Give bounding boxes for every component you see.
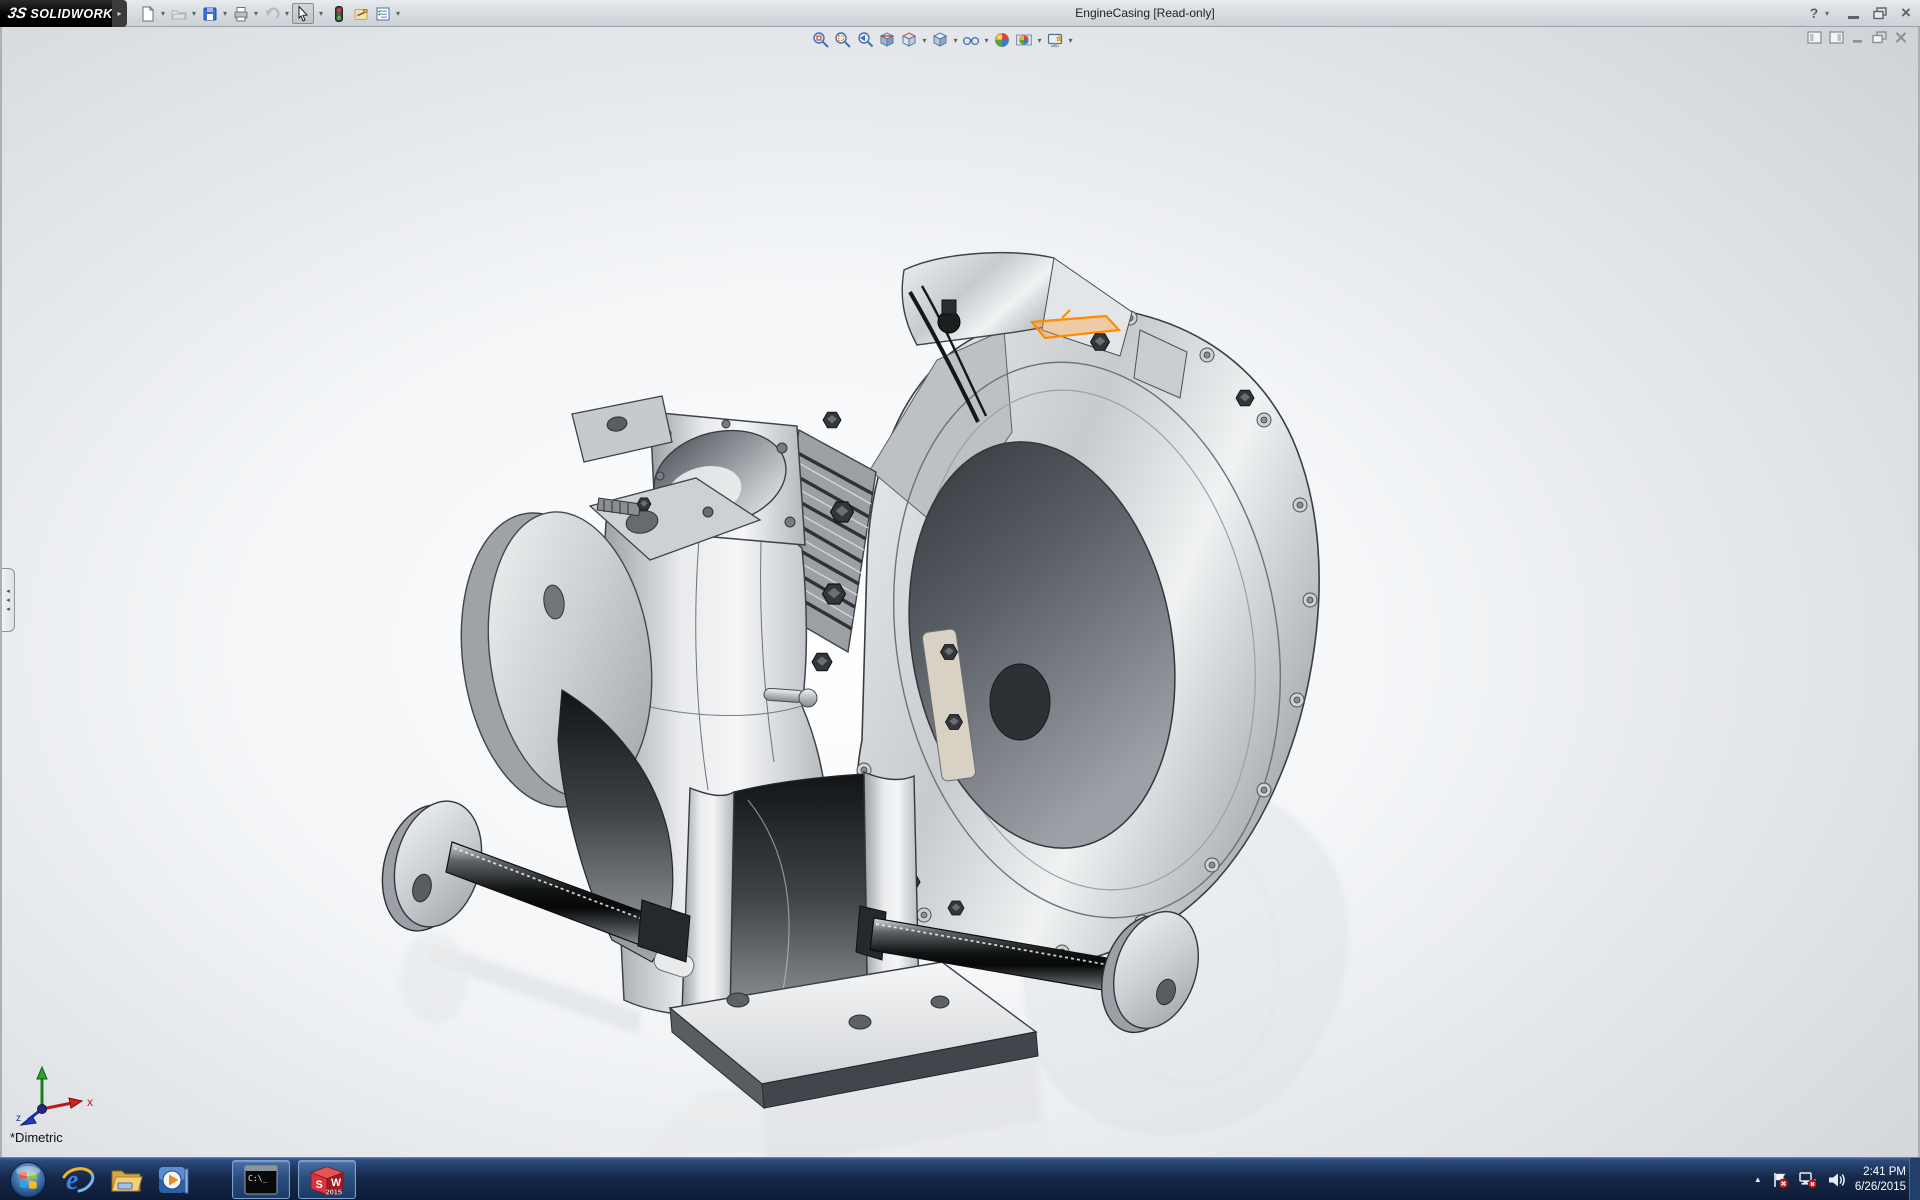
svg-text:S: S: [316, 1179, 323, 1191]
show-desktop-button[interactable]: [1909, 1158, 1920, 1200]
restore-button[interactable]: [1868, 3, 1892, 23]
undo-button[interactable]: [261, 3, 283, 24]
engine-casing-model[interactable]: [2, 27, 1920, 1157]
action-center-icon[interactable]: [1771, 1171, 1789, 1189]
menu-flyout-arrow[interactable]: ▸: [112, 0, 127, 27]
network-status-icon[interactable]: [1798, 1171, 1818, 1189]
print-button[interactable]: [230, 3, 252, 24]
folder-icon: [109, 1163, 143, 1197]
save-icon: [201, 5, 219, 23]
window-title: EngineCasing [Read-only]: [1020, 6, 1270, 20]
windows-start-icon: [9, 1161, 47, 1199]
command-prompt-text: C:\_: [248, 1174, 267, 1183]
options-dropdown[interactable]: ▾: [393, 9, 403, 18]
minimize-icon: [1848, 16, 1859, 19]
brand-name: SOLIDWORKS: [30, 7, 121, 21]
open-folder-icon: [170, 5, 188, 23]
solidworks-2015-icon: S W 2015: [307, 1161, 347, 1199]
select-button[interactable]: [292, 3, 314, 24]
select-dropdown[interactable]: ▾: [316, 9, 326, 18]
solidworks-logo: 3S SOLIDWORKS: [0, 0, 112, 27]
solidworks-year-badge: 2015: [326, 1187, 342, 1196]
triad-z-label: z: [16, 1113, 21, 1124]
open-dropdown[interactable]: ▾: [189, 9, 199, 18]
command-prompt-icon: C:\_: [244, 1165, 278, 1195]
taskbar: e C:\_: [0, 1157, 1920, 1200]
help-dropdown[interactable]: ▾: [1822, 3, 1832, 23]
tray-time: 2:41 PM: [1855, 1165, 1906, 1180]
graphics-viewport[interactable]: ▾ ▾ ▾: [0, 27, 1920, 1157]
print-icon: [232, 5, 250, 23]
open-button[interactable]: [168, 3, 190, 24]
system-tray: ▲ 2:41 P: [1754, 1158, 1906, 1200]
print-dropdown[interactable]: ▾: [251, 9, 261, 18]
close-button[interactable]: ×: [1896, 3, 1916, 23]
options-checklist-icon: [374, 5, 392, 23]
media-player-icon: [157, 1163, 191, 1197]
save-button[interactable]: [199, 3, 221, 24]
help-button[interactable]: ?: [1806, 3, 1822, 23]
triad-x-label: x: [87, 1095, 93, 1109]
taskbar-item-media-player[interactable]: [152, 1160, 196, 1199]
tray-clock[interactable]: 2:41 PM 6/26/2015: [1855, 1165, 1906, 1195]
select-cursor-icon: [294, 5, 312, 23]
3ds-logo-icon: 3S: [6, 5, 28, 22]
title-bar: 3S SOLIDWORKS ▸ ▾ ▾ ▾: [0, 0, 1920, 27]
orientation-triad: x z: [14, 1065, 98, 1131]
volume-icon[interactable]: [1827, 1171, 1846, 1189]
start-button[interactable]: [6, 1160, 50, 1199]
traffic-light-icon: [330, 5, 348, 23]
color-note-icon: [352, 5, 370, 23]
minimize-button[interactable]: [1842, 3, 1864, 23]
new-document-dropdown[interactable]: ▾: [158, 9, 168, 18]
taskbar-item-windows-explorer[interactable]: [104, 1160, 148, 1199]
dome-pin: [799, 689, 817, 707]
undo-dropdown[interactable]: ▾: [282, 9, 292, 18]
tray-date: 6/26/2015: [1855, 1180, 1906, 1195]
desktop: 3S SOLIDWORKS ▸ ▾ ▾ ▾: [0, 0, 1920, 1200]
undo-icon: [263, 5, 281, 23]
taskbar-item-solidworks-2015[interactable]: S W 2015: [298, 1160, 356, 1199]
restore-icon: [1873, 7, 1887, 20]
new-document-icon: [139, 5, 157, 23]
taskbar-item-command-prompt[interactable]: C:\_: [232, 1160, 290, 1199]
save-dropdown[interactable]: ▾: [220, 9, 230, 18]
rebuild-button[interactable]: [328, 3, 350, 24]
taskbar-item-internet-explorer[interactable]: e: [56, 1160, 100, 1199]
new-document-button[interactable]: [137, 3, 159, 24]
internet-explorer-icon: e: [61, 1163, 95, 1197]
view-orientation-label: *Dimetric: [10, 1130, 63, 1145]
options-button[interactable]: [372, 3, 394, 24]
show-hidden-icons-button[interactable]: ▲: [1754, 1175, 1762, 1184]
edit-color-button[interactable]: [350, 3, 372, 24]
